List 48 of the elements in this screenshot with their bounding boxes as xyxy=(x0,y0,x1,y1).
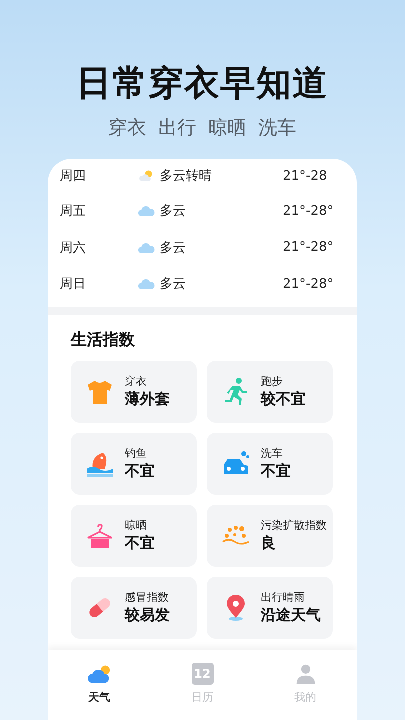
index-value: 不宜 xyxy=(261,461,291,481)
index-value: 良 xyxy=(261,533,277,553)
weather-condition: 多云转晴 xyxy=(160,168,212,185)
cloud-sun-icon xyxy=(86,663,112,685)
weather-condition: 多云 xyxy=(160,276,186,294)
forecast-day: 周五 xyxy=(60,202,138,220)
index-name: 跑步 xyxy=(261,374,284,389)
cloud-icon xyxy=(138,277,156,292)
weather-condition: 多云 xyxy=(160,240,186,257)
temperature-range: 21°-28° xyxy=(283,276,335,292)
forecast-day: 周六 xyxy=(60,238,138,257)
temperature-range: 21°-28° xyxy=(283,204,335,219)
index-name: 钓鱼 xyxy=(125,446,148,461)
index-value: 较易发 xyxy=(125,605,170,625)
subtitle-word: 晾晒 xyxy=(208,116,246,140)
index-value: 较不宜 xyxy=(261,389,306,409)
index-card[interactable]: 穿衣 薄外套 xyxy=(71,360,197,422)
index-value: 薄外套 xyxy=(125,389,170,409)
cloud-icon xyxy=(138,240,156,255)
subtitle-word: 洗车 xyxy=(258,116,296,140)
index-card[interactable]: 晾晒 不宜 xyxy=(71,504,197,566)
headline: 日常穿衣早知道 xyxy=(76,63,328,106)
index-value: 沿途天气 xyxy=(261,605,321,625)
index-card[interactable]: 洗车 不宜 xyxy=(207,432,333,494)
index-card[interactable]: 跑步 较不宜 xyxy=(207,360,333,422)
index-name: 感冒指数 xyxy=(125,590,170,605)
cloud-icon xyxy=(138,204,156,218)
index-name: 污染扩散指数 xyxy=(261,518,327,533)
section-title: 生活指数 xyxy=(71,328,136,350)
tab[interactable]: 天气 xyxy=(48,650,151,720)
index-card[interactable]: 出行晴雨 沿途天气 xyxy=(207,576,333,638)
index-name: 出行晴雨 xyxy=(261,590,306,605)
temperature-range: 21°-28° xyxy=(283,240,335,256)
temperature-range: 21°-28 xyxy=(283,168,328,184)
subtitle-word: 出行 xyxy=(158,116,196,140)
weather-condition: 多云 xyxy=(160,203,186,220)
forecast-day: 周四 xyxy=(60,167,138,185)
index-name: 穿衣 xyxy=(125,374,148,389)
index-card[interactable]: 钓鱼 不宜 xyxy=(71,432,197,494)
forecast-day: 周日 xyxy=(60,275,138,294)
index-value: 不宜 xyxy=(125,461,155,481)
calendar-icon: 12 xyxy=(192,663,214,685)
index-name: 洗车 xyxy=(261,446,284,461)
index-card[interactable]: 感冒指数 较易发 xyxy=(71,576,197,638)
index-value: 不宜 xyxy=(125,533,155,553)
index-card[interactable]: 污染扩散指数 良 xyxy=(207,504,333,566)
subtitle-word: 穿衣 xyxy=(108,116,146,140)
index-name: 晾晒 xyxy=(125,518,148,533)
